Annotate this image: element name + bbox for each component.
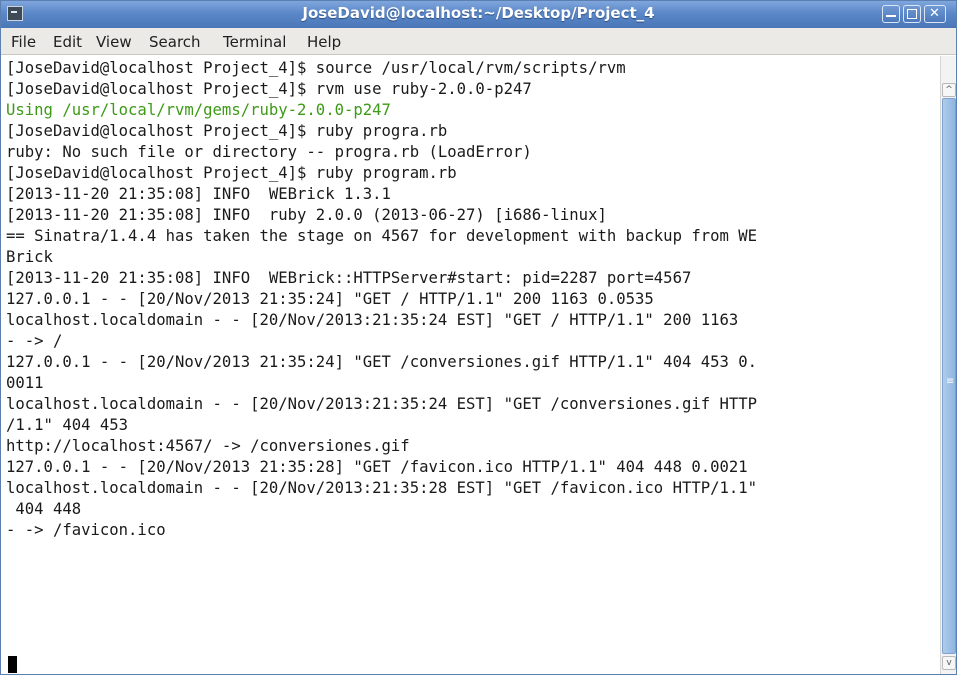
terminal-line: Using /usr/local/rvm/gems/ruby-2.0.0-p24… bbox=[6, 101, 391, 119]
terminal-line: 127.0.0.1 - - [20/Nov/2013 21:35:28] "GE… bbox=[6, 458, 748, 476]
terminal-line: 127.0.0.1 - - [20/Nov/2013 21:35:24] "GE… bbox=[6, 353, 758, 371]
title-bar[interactable]: JoseDavid@localhost:~/Desktop/Project_4 … bbox=[1, 1, 956, 29]
terminal-line: [2013-11-20 21:35:08] INFO ruby 2.0.0 (2… bbox=[6, 206, 607, 224]
grip-icon: ≡ bbox=[946, 376, 955, 387]
menu-terminal[interactable]: Terminal bbox=[223, 33, 286, 51]
terminal-line: localhost.localdomain - - [20/Nov/2013:2… bbox=[6, 395, 758, 413]
text-cursor bbox=[8, 656, 17, 673]
terminal-line: [2013-11-20 21:35:08] INFO WEBrick::HTTP… bbox=[6, 269, 692, 287]
terminal-window: JoseDavid@localhost:~/Desktop/Project_4 … bbox=[0, 0, 957, 675]
terminal-line: [JoseDavid@localhost Project_4]$ ruby pr… bbox=[6, 164, 457, 182]
minimize-button[interactable] bbox=[882, 5, 900, 23]
close-icon: ✕ bbox=[929, 6, 940, 21]
terminal-line: [2013-11-20 21:35:08] INFO WEBrick 1.3.1 bbox=[6, 185, 391, 203]
terminal-line: [JoseDavid@localhost Project_4]$ source … bbox=[6, 59, 626, 77]
terminal-line: [JoseDavid@localhost Project_4]$ rvm use… bbox=[6, 80, 532, 98]
terminal-line: localhost.localdomain - - [20/Nov/2013:2… bbox=[6, 479, 758, 497]
terminal-line: 0011 bbox=[6, 374, 44, 392]
scroll-down-button[interactable]: v bbox=[942, 656, 956, 670]
terminal-line: - -> / bbox=[6, 332, 63, 350]
scroll-up-button[interactable]: ^ bbox=[942, 83, 956, 97]
menu-file[interactable]: File bbox=[11, 33, 36, 51]
menu-help[interactable]: Help bbox=[307, 33, 341, 51]
menu-edit[interactable]: Edit bbox=[53, 33, 82, 51]
maximize-icon bbox=[907, 9, 917, 19]
window-title: JoseDavid@localhost:~/Desktop/Project_4 bbox=[302, 4, 655, 22]
maximize-button[interactable] bbox=[903, 5, 921, 23]
scrollbar-thumb[interactable]: ≡ bbox=[942, 98, 956, 654]
terminal-line: Brick bbox=[6, 248, 53, 266]
menu-search[interactable]: Search bbox=[149, 33, 201, 51]
close-button[interactable]: ✕ bbox=[924, 5, 946, 23]
terminal-line: 404 448 bbox=[6, 500, 82, 518]
terminal-line: - -> /favicon.ico bbox=[6, 521, 166, 539]
terminal-line: ruby: No such file or directory -- progr… bbox=[6, 143, 532, 161]
terminal-line: 127.0.0.1 - - [20/Nov/2013 21:35:24] "GE… bbox=[6, 290, 654, 308]
terminal-line: [JoseDavid@localhost Project_4]$ ruby pr… bbox=[6, 122, 448, 140]
menu-view[interactable]: View bbox=[96, 33, 132, 51]
terminal-line: == Sinatra/1.4.4 has taken the stage on … bbox=[6, 227, 758, 245]
minimize-icon bbox=[886, 15, 896, 17]
vertical-scrollbar[interactable]: ^ ≡ v bbox=[940, 56, 956, 674]
terminal-line: /1.1" 404 453 bbox=[6, 416, 129, 434]
menu-bar: File Edit View Search Terminal Help bbox=[1, 28, 956, 55]
terminal-line: localhost.localdomain - - [20/Nov/2013:2… bbox=[6, 311, 739, 329]
terminal-line: http://localhost:4567/ -> /conversiones.… bbox=[6, 437, 410, 455]
terminal-output[interactable]: [JoseDavid@localhost Project_4]$ source … bbox=[3, 56, 938, 674]
